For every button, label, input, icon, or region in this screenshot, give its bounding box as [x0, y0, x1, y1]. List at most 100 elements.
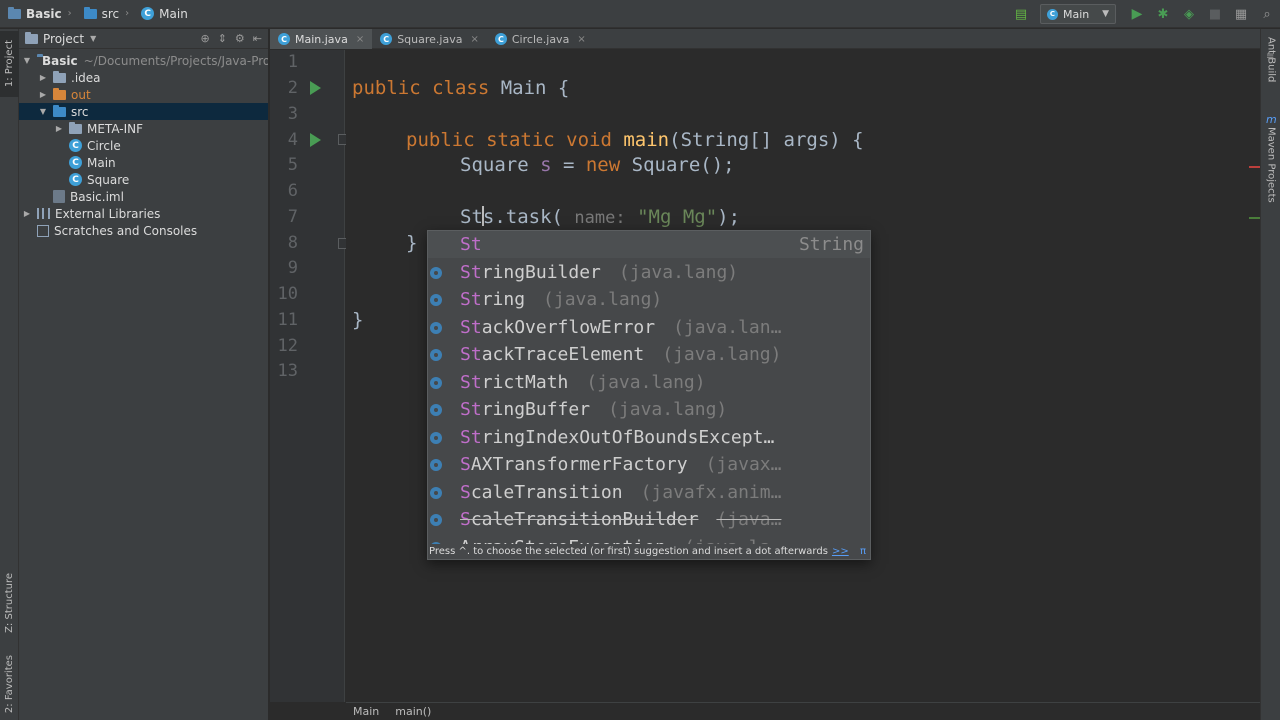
tree-item-circle[interactable]: C Circle	[19, 137, 268, 154]
breadcrumb-class[interactable]: Main	[353, 705, 379, 718]
project-view-select[interactable]: Project	[43, 32, 84, 46]
chevron-right-icon[interactable]: ▶	[53, 124, 65, 133]
run-gutter-icon[interactable]	[310, 81, 321, 95]
nav-crumb-src[interactable]: src ›	[76, 0, 134, 28]
completion-item[interactable]: St ringIndexOutOfBoundsExcept…	[428, 424, 870, 451]
completion-item[interactable]: St rictMath (java.lang)	[428, 369, 870, 396]
completion-item-selected[interactable]: St String	[428, 231, 870, 258]
left-tool-stripe: 1: Project Z: Structure 2: Favorites	[0, 29, 19, 720]
collapse-all-icon[interactable]: ⇕	[218, 32, 227, 45]
tree-item-main[interactable]: C Main	[19, 154, 268, 171]
string-literal: "Mg Mg"	[637, 206, 718, 228]
maven-projects-tool-tab[interactable]: Maven Projects	[1261, 127, 1280, 227]
line-number: 9	[287, 258, 298, 278]
completion-package: (java.lang)	[543, 289, 663, 310]
code-text: Square	[460, 154, 541, 176]
debug-icon[interactable]: ✱	[1152, 3, 1174, 25]
structure-tool-tab[interactable]: Z: Structure	[0, 564, 19, 642]
line-number: 4	[287, 130, 298, 150]
tree-item-square[interactable]: C Square	[19, 171, 268, 188]
tree-item-label: Basic	[42, 53, 78, 68]
chevron-right-icon[interactable]: ▶	[37, 90, 49, 99]
completion-item[interactable]: St ringBuilder (java.lang)	[428, 259, 870, 286]
tab-main-java[interactable]: C Main.java ×	[270, 29, 373, 49]
nav-crumb-main[interactable]: C Main	[133, 0, 192, 28]
run-config-label: Main	[1063, 7, 1090, 21]
code-line-2: public class Main {	[352, 77, 569, 99]
completion-item[interactable]: S AXTransformerFactory (javax…	[428, 451, 870, 478]
ant-build-tool-tab[interactable]: Ant Build	[1261, 37, 1280, 103]
tree-item-basic[interactable]: ▼ Basic ~/Documents/Projects/Java-Proj	[19, 52, 268, 69]
build-hammer-icon[interactable]: ▤	[1010, 3, 1032, 25]
completion-match: St	[460, 427, 482, 448]
completion-package: (java.lan…	[673, 317, 782, 338]
completion-match: S	[460, 509, 471, 530]
class-icon	[430, 321, 442, 334]
line-number: 6	[287, 181, 298, 201]
parameter-hint: name:	[574, 208, 626, 228]
completion-name: ringBuilder	[481, 262, 601, 283]
code-text: (String[] args) {	[669, 129, 864, 151]
chevron-down-icon[interactable]: ▼	[21, 56, 33, 65]
project-tool-tab[interactable]: 1: Project	[0, 31, 19, 97]
tab-square-java[interactable]: C Square.java ×	[372, 29, 487, 49]
completion-more-link[interactable]: >>	[832, 546, 849, 557]
tree-item-scratches[interactable]: Scratches and Consoles	[19, 222, 268, 239]
warning-stripe-marker[interactable]	[1249, 217, 1260, 219]
completion-item-deprecated[interactable]: ScaleTransitionBuilder (java…	[428, 506, 870, 533]
completion-item[interactable]: St ring (java.lang)	[428, 286, 870, 313]
tree-item-src[interactable]: ▼ src	[19, 103, 268, 120]
run-configuration-select[interactable]: C Main ▼	[1040, 4, 1116, 24]
code-line-7: Sts.task( name: "Mg Mg");	[460, 206, 740, 228]
abstract-class-icon	[430, 458, 442, 471]
completion-package: (java.lang)	[586, 372, 706, 393]
run-icon[interactable]: ▶	[1126, 3, 1148, 25]
tab-circle-java[interactable]: C Circle.java ×	[487, 29, 594, 49]
completion-match: S	[460, 454, 471, 475]
nav-crumb-project[interactable]: Basic ›	[0, 0, 76, 28]
code-line-8: }	[406, 232, 417, 254]
editor-gutter[interactable]: 1 2 3 4 5 6 7 8 9 10 11 12 13	[270, 50, 349, 702]
tree-item-external-libraries[interactable]: ▶ External Libraries	[19, 205, 268, 222]
completion-item[interactable]: St ackTraceElement (java.lang)	[428, 341, 870, 368]
completion-item[interactable]: ScaleTransition (javafx.anim…	[428, 479, 870, 506]
project-tree: ▼ Basic ~/Documents/Projects/Java-Proj ▶…	[19, 49, 268, 239]
tree-item-label: Circle	[87, 138, 121, 153]
completion-package: (java.lang)	[618, 262, 739, 283]
gear-icon[interactable]: ⚙	[235, 32, 245, 45]
close-icon[interactable]: ×	[356, 34, 364, 45]
run-with-coverage-icon[interactable]: ◈	[1178, 3, 1200, 25]
tab-label: Square.java	[397, 32, 463, 46]
module-folder-icon	[8, 6, 21, 19]
tree-item-label: .idea	[71, 70, 101, 85]
tree-item-meta-inf[interactable]: ▶ META-INF	[19, 120, 268, 137]
completion-type: String	[798, 234, 864, 255]
project-structure-icon[interactable]: ▦	[1230, 3, 1252, 25]
favorites-tool-tab[interactable]: 2: Favorites	[0, 651, 19, 717]
search-everywhere-icon[interactable]: ⌕	[1256, 3, 1278, 25]
tree-item-idea[interactable]: ▶ .idea	[19, 69, 268, 86]
run-gutter-icon[interactable]	[310, 133, 321, 147]
line-number: 7	[287, 207, 298, 227]
error-stripe-marker[interactable]	[1249, 166, 1260, 168]
code-text: s.task(	[482, 206, 563, 228]
tree-item-basic-iml[interactable]: Basic.iml	[19, 188, 268, 205]
tree-item-out[interactable]: ▶ out	[19, 86, 268, 103]
chevron-right-icon[interactable]: ▶	[21, 209, 33, 218]
completion-item[interactable]: St ackOverflowError (java.lan…	[428, 314, 870, 341]
completion-match: St	[460, 317, 482, 338]
close-icon[interactable]: ×	[577, 34, 585, 45]
breadcrumb-method[interactable]: main()	[395, 705, 431, 718]
completion-item[interactable]: St ringBuffer (java.lang)	[428, 396, 870, 423]
pi-icon[interactable]: π	[860, 546, 866, 557]
folder-icon	[53, 70, 66, 83]
chevron-right-icon[interactable]: ▶	[37, 73, 49, 82]
completion-match: St	[460, 399, 482, 420]
chevron-down-icon[interactable]: ▼	[37, 107, 49, 116]
stop-icon[interactable]: ■	[1204, 3, 1226, 25]
class-icon	[430, 431, 442, 444]
close-icon[interactable]: ×	[470, 34, 478, 45]
chevron-down-icon[interactable]: ▼	[90, 34, 96, 43]
locate-icon[interactable]: ⊕	[200, 32, 209, 45]
hide-icon[interactable]: ⇤	[253, 32, 262, 45]
